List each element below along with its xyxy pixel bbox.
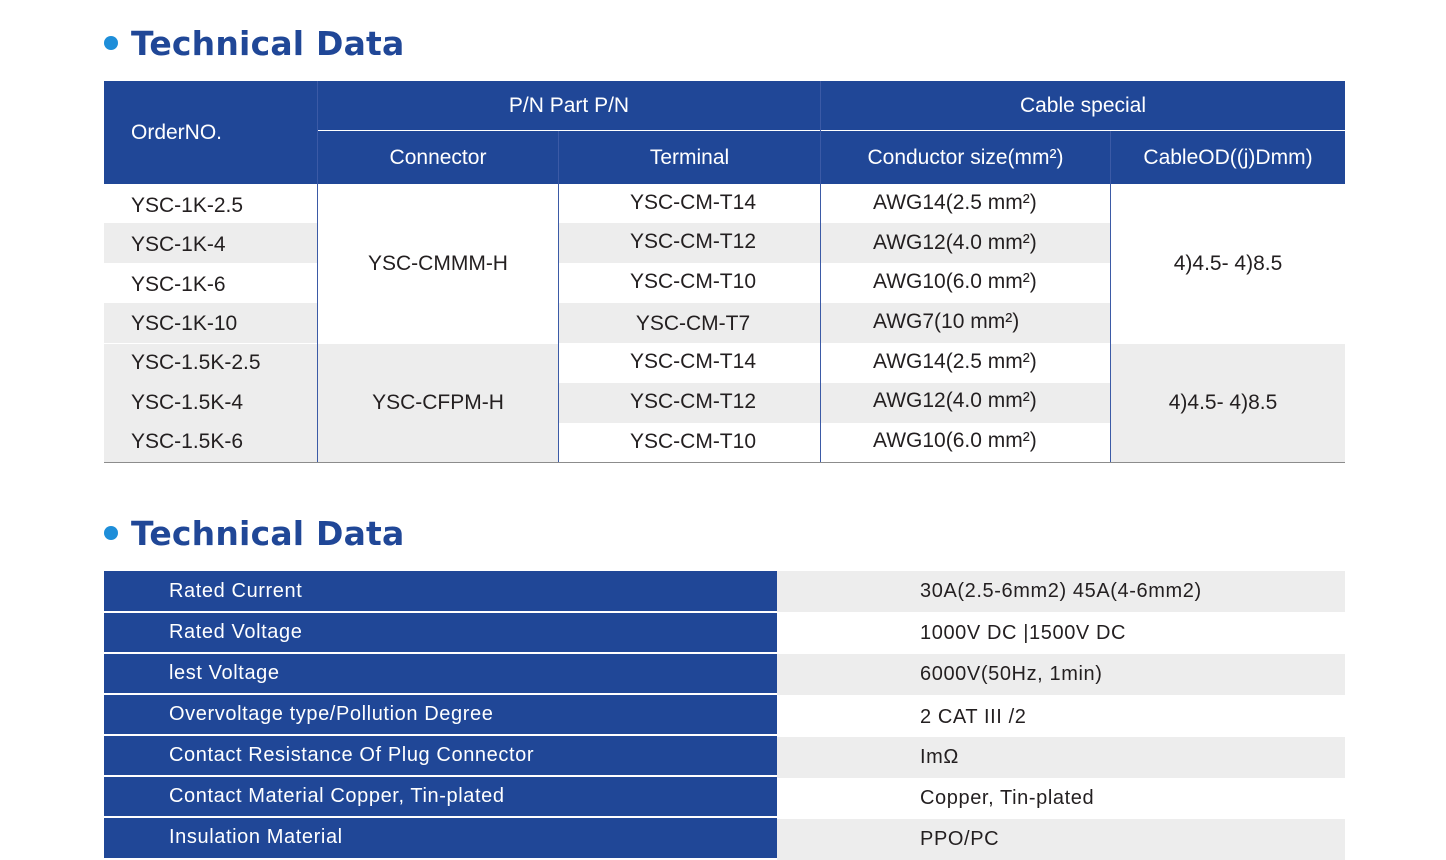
header-pn-group: P/N Part P/N (318, 81, 820, 130)
spec-label: lest Voltage (104, 653, 777, 694)
order-number: YSC-1K-2.5 (131, 193, 244, 217)
table-row-order: YSC-1K-10 (131, 304, 237, 343)
conductor-size: AWG14(2.5 mm²) (873, 349, 1037, 373)
bullet-dot-icon (104, 526, 118, 540)
conductor-size: AWG14(2.5 mm²) (873, 190, 1037, 214)
spec-label: Contact Material Copper, Tin-plated (104, 776, 777, 817)
table-row: Insulation Material PPO/PC (104, 817, 1345, 860)
spec-value: 1000V DC |1500V DC (920, 622, 1127, 644)
order-number: YSC-1.5K-4 (131, 390, 244, 414)
spec-value: 6000V(50Hz, 1min) (777, 654, 1345, 695)
spec-value: ImΩ (777, 737, 1345, 778)
table-row-order: YSC-1K-2.5 (131, 186, 243, 225)
table-row-order: YSC-1.5K-6 (131, 422, 243, 461)
spec-label: Rated Current (104, 571, 777, 612)
section-title: Technical Data (131, 513, 405, 553)
section-heading: Technical Data (104, 23, 405, 63)
table-row-order: YSC-1.5K-2.5 (131, 343, 261, 382)
spec-value: 30A(2.5-6mm2) 45A(4-6mm2) (777, 571, 1345, 612)
terminal-part: YSC-CM-T12 (629, 389, 756, 413)
spec-value: 2 CAT III /2 (920, 706, 1027, 728)
header-cable-group-label: Cable special (1019, 93, 1147, 117)
terminal-part: YSC-CM-T10 (629, 429, 756, 453)
header-terminal-label: Terminal (649, 145, 730, 169)
table-row: Rated Voltage 1000V DC |1500V DC (104, 612, 1345, 653)
header-cable-od: CableOD((j)Dmm) (1111, 131, 1345, 184)
order-number: YSC-1.5K-2.5 (131, 350, 261, 374)
header-cable-group: Cable special (821, 81, 1345, 130)
conductor-size: AWG10(6.0 mm²) (873, 428, 1037, 452)
terminal-part: YSC-CM-T7 (635, 311, 751, 335)
header-order-no-label: OrderNO. (131, 120, 223, 144)
table-row: Contact Material Copper, Tin-plated Copp… (104, 776, 1345, 817)
conductor-size: AWG10(6.0 mm²) (873, 269, 1037, 293)
spec-label: Insulation Material (104, 817, 777, 858)
header-order-no: OrderNO. (104, 81, 317, 184)
terminal-part: YSC-CM-T10 (629, 269, 756, 293)
header-cable-od-label: CableOD((j)Dmm) (1143, 145, 1313, 169)
spec-label: Rated Voltage (104, 612, 777, 653)
order-number: YSC-1K-10 (131, 311, 238, 335)
header-pn-group-label: P/N Part P/N (508, 93, 630, 117)
conductor-size: AWG7(10 mm²) (873, 309, 1020, 333)
section-heading: Technical Data (104, 513, 405, 553)
part-number-table: OrderNO. P/N Part P/N Cable special Conn… (104, 81, 1345, 463)
terminal-part: YSC-CM-T12 (629, 229, 756, 253)
header-terminal: Terminal (559, 131, 820, 184)
spec-value: Copper, Tin-plated (920, 787, 1095, 809)
header-conductor: Conductor size(mm²) (821, 131, 1110, 184)
connector-part: YSC-CMMM-H (368, 252, 508, 275)
conductor-size: AWG12(4.0 mm²) (873, 388, 1037, 412)
spec-label: Overvoltage type/Pollution Degree (104, 694, 777, 735)
table-row: lest Voltage 6000V(50Hz, 1min) (104, 653, 1345, 695)
cable-od-range: 4)4.5- 4)8.5 (1173, 252, 1283, 275)
table-row-order: YSC-1.5K-4 (131, 383, 243, 422)
table-row: Overvoltage type/Pollution Degree 2 CAT … (104, 694, 1345, 735)
connector-part: YSC-CFPM-H (372, 391, 504, 414)
terminal-part: YSC-CM-T14 (629, 190, 756, 214)
terminal-part: YSC-CM-T14 (629, 349, 756, 373)
cable-od-range: 4)4.5- 4)8.5 (1168, 391, 1278, 414)
spec-value: PPO/PC (777, 819, 1345, 860)
table-row-order: YSC-1K-6 (131, 265, 226, 304)
specifications-table: Rated Current 30A(2.5-6mm2) 45A(4-6mm2) … (104, 571, 1345, 860)
order-number: YSC-1.5K-6 (131, 429, 244, 453)
order-number: YSC-1K-6 (131, 272, 226, 296)
bullet-dot-icon (104, 36, 118, 50)
header-conductor-label: Conductor size(mm²) (867, 145, 1064, 169)
table-row: Rated Current 30A(2.5-6mm2) 45A(4-6mm2) (104, 571, 1345, 612)
order-number: YSC-1K-4 (131, 232, 226, 256)
section-title: Technical Data (131, 23, 405, 63)
table-row: Contact Resistance Of Plug Connector ImΩ (104, 735, 1345, 778)
header-connector-label: Connector (389, 145, 487, 169)
conductor-size: AWG12(4.0 mm²) (873, 230, 1037, 254)
header-connector: Connector (318, 131, 558, 184)
table-row-order: YSC-1K-4 (131, 225, 226, 264)
spec-label: Contact Resistance Of Plug Connector (104, 735, 777, 776)
